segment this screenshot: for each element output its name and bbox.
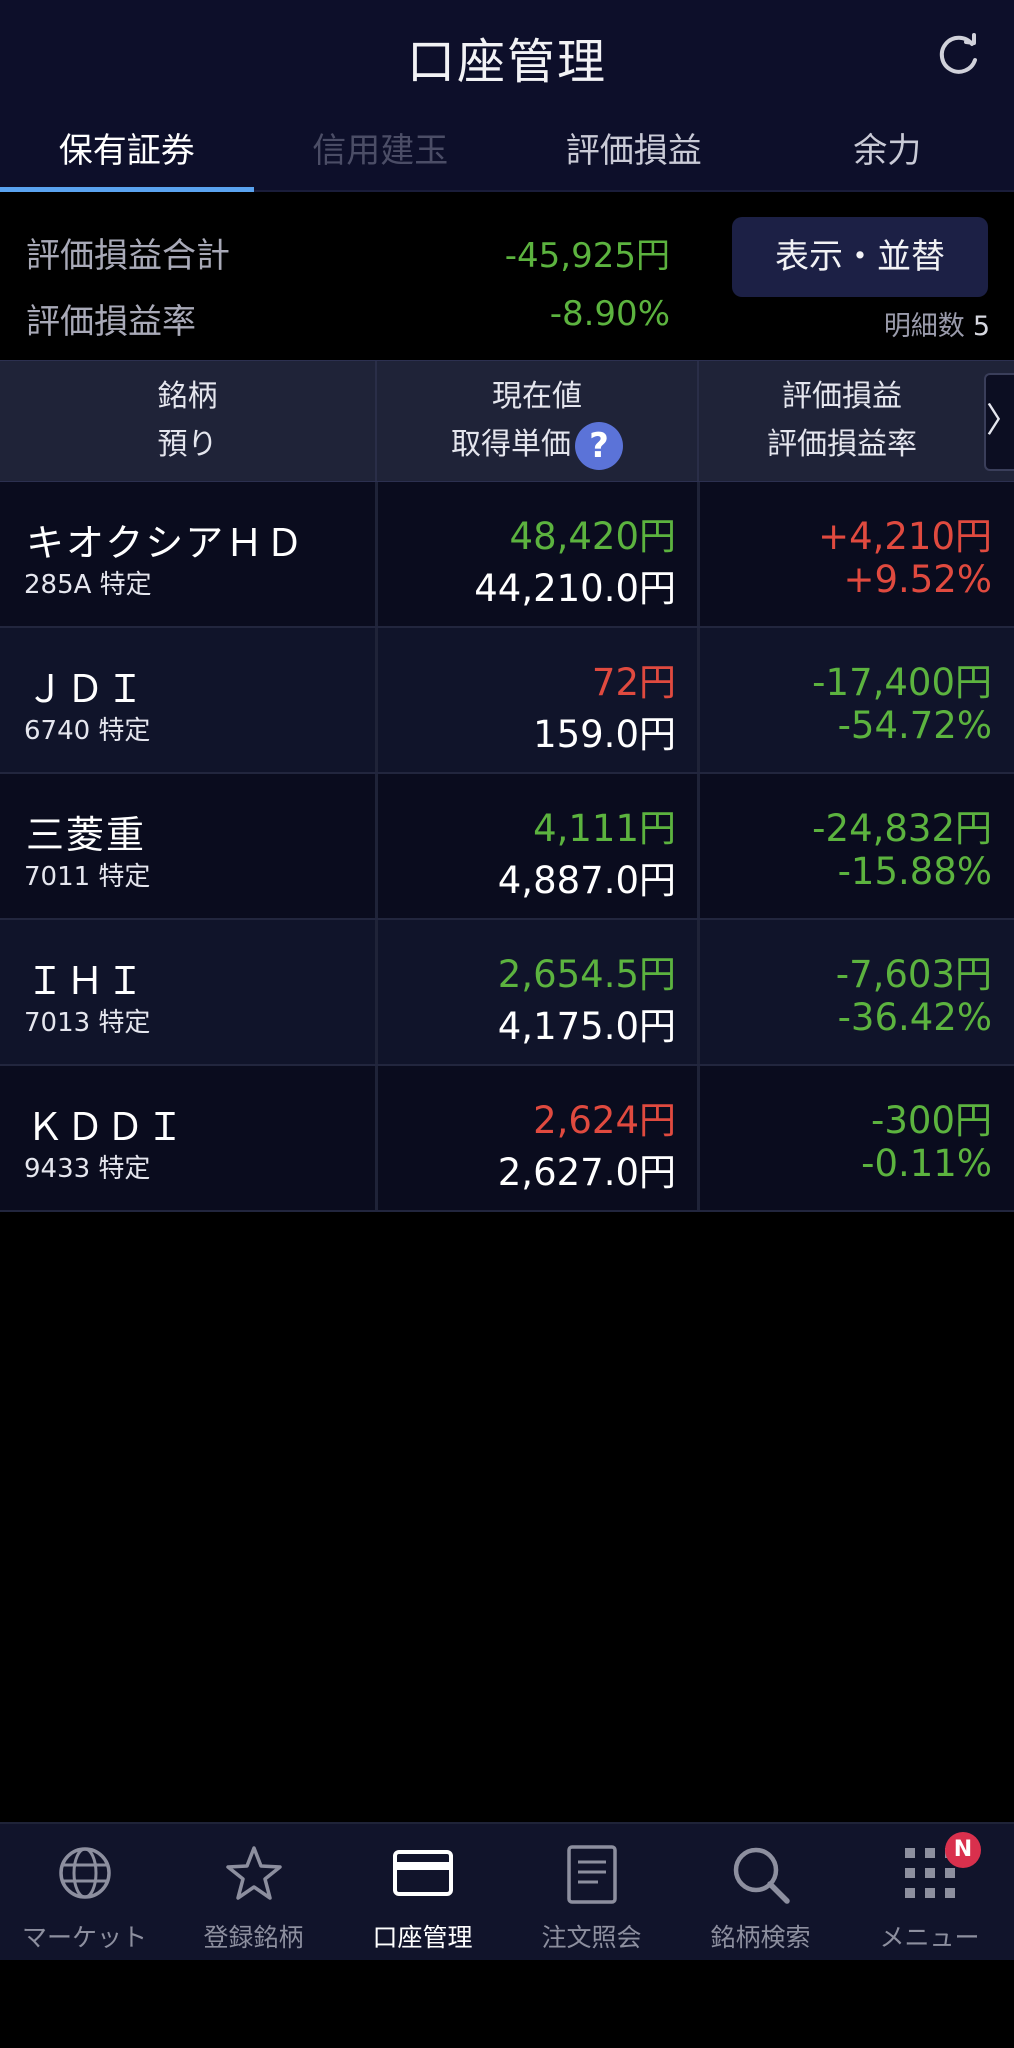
stock-name: キオクシアＨＤ — [26, 521, 306, 565]
globe-icon — [58, 1847, 111, 1899]
column-divider — [697, 920, 700, 1064]
stock-code: 7013 特定 — [24, 1008, 151, 1038]
tab-profit-loss[interactable]: 評価損益 — [507, 110, 761, 190]
column-header-pl-rate-label: 評価損益率 — [767, 427, 917, 462]
column-header-pl-label: 評価損益 — [782, 379, 902, 414]
current-price: 2,654.5円 — [497, 953, 676, 996]
app-header: 口座管理 — [0, 0, 1014, 110]
unrealized-pl-rate: -54.72% — [837, 704, 992, 747]
page-title: 口座管理 — [406, 34, 607, 90]
column-header-symbol[interactable]: 銘柄 預り — [0, 361, 375, 481]
stock-name: ＩＨＩ — [26, 959, 147, 1003]
stock-name: ＪＤＩ — [26, 667, 147, 711]
nav-market[interactable]: マーケット — [0, 1824, 169, 1960]
acquisition-price: 2,627.0円 — [497, 1151, 676, 1194]
table-row[interactable]: ＩＨＩ 7013 特定 2,654.5円 4,175.0円 -7,603円 -36.42% — [0, 920, 1014, 1066]
search-icon — [733, 1847, 790, 1904]
nav-account[interactable]: 口座管理 — [338, 1824, 507, 1960]
stock-code: 285A 特定 — [24, 570, 152, 600]
stock-code: 9433 特定 — [24, 1154, 151, 1184]
column-divider — [375, 1066, 378, 1210]
nav-menu[interactable]: N メニュー — [845, 1824, 1014, 1960]
column-divider — [375, 774, 378, 918]
unrealized-pl-rate: -36.42% — [837, 996, 992, 1039]
current-price: 72円 — [591, 661, 676, 704]
nav-orders-label: 注文照会 — [541, 1923, 642, 1952]
nav-search-label: 銘柄検索 — [710, 1923, 811, 1952]
table-row[interactable]: キオクシアＨＤ 285A 特定 48,420円 44,210.0円 +4,210円 +9.… — [0, 482, 1014, 628]
unrealized-pl: -17,400円 — [812, 661, 992, 704]
total-pl-value: -45,925円 — [504, 236, 670, 276]
column-divider — [697, 1066, 700, 1210]
pl-rate-label: 評価損益率 — [26, 302, 196, 342]
item-count-value: 5 — [972, 311, 990, 342]
column-divider — [375, 482, 378, 626]
current-price: 2,624円 — [533, 1099, 676, 1142]
nav-market-label: マーケット — [21, 1923, 147, 1952]
card-icon — [392, 1850, 453, 1896]
column-header-pl[interactable]: 評価損益 評価損益率 — [699, 361, 985, 481]
acquisition-price: 4,175.0円 — [497, 1005, 676, 1048]
column-header-price-label: 現在値 — [492, 379, 582, 414]
item-count: 明細数 5 — [884, 304, 990, 343]
nav-orders[interactable]: 注文照会 — [507, 1824, 676, 1960]
item-count-label: 明細数 — [883, 311, 965, 342]
tab-holdings[interactable]: 保有証券 — [0, 110, 254, 192]
total-pl-label: 評価損益合計 — [26, 236, 230, 276]
column-header-symbol-label: 銘柄 — [157, 379, 218, 414]
tab-margin-positions[interactable]: 信用建玉 — [254, 110, 508, 190]
column-divider — [697, 628, 700, 772]
tab-bar: 保有証券 信用建玉 評価損益 余力 — [0, 110, 1014, 192]
stock-name: 三菱重 — [26, 813, 147, 857]
column-divider — [375, 628, 378, 772]
document-icon — [566, 1845, 617, 1904]
chevron-right-icon[interactable]: 〉 — [984, 373, 1014, 471]
unrealized-pl-rate: -15.88% — [837, 850, 992, 893]
pl-rate-value: -8.90% — [549, 294, 670, 334]
table-row[interactable]: ＫＤＤＩ 9433 特定 2,624円 2,627.0円 -300円 -0.11% — [0, 1066, 1014, 1212]
acquisition-price: 4,887.0円 — [497, 859, 676, 902]
stock-code: 7011 特定 — [24, 862, 151, 892]
display-sort-button[interactable]: 表示・並替 — [732, 217, 988, 297]
refresh-icon[interactable] — [934, 30, 984, 80]
unrealized-pl-rate: -0.11% — [861, 1142, 992, 1185]
column-divider — [697, 774, 700, 918]
column-header-custody-label: 預り — [157, 427, 218, 462]
column-header-price[interactable]: 現在値 取得単価? — [377, 361, 697, 481]
unrealized-pl-rate: +9.52% — [843, 558, 992, 601]
column-divider — [697, 482, 700, 626]
nav-account-label: 口座管理 — [372, 1923, 473, 1952]
unrealized-pl: -24,832円 — [812, 807, 992, 850]
help-icon[interactable]: ? — [575, 421, 623, 470]
stock-name: ＫＤＤＩ — [26, 1105, 187, 1149]
nav-watchlist-label: 登録銘柄 — [203, 1923, 304, 1952]
nav-menu-label: メニュー — [879, 1923, 980, 1952]
stock-code: 6740 特定 — [24, 716, 151, 746]
table-header: 銘柄 預り 現在値 取得単価? 評価損益 評価損益率 〉 — [0, 360, 1014, 482]
nav-watchlist[interactable]: 登録銘柄 — [169, 1824, 338, 1960]
notification-badge: N — [945, 1832, 981, 1868]
bottom-navigation: マーケット 登録銘柄 口座管理 注文照会 銘柄検索 N メニュー — [0, 1822, 1014, 1960]
current-price: 4,111円 — [533, 807, 676, 850]
unrealized-pl: -300円 — [871, 1099, 992, 1142]
table-row[interactable]: 三菱重 7011 特定 4,111円 4,887.0円 -24,832円 -15.88% — [0, 774, 1014, 920]
unrealized-pl: -7,603円 — [835, 953, 992, 996]
column-divider — [375, 920, 378, 1064]
acquisition-price: 159.0円 — [533, 713, 676, 756]
nav-search[interactable]: 銘柄検索 — [676, 1824, 845, 1960]
current-price: 48,420円 — [509, 515, 676, 558]
unrealized-pl: +4,210円 — [818, 515, 992, 558]
column-header-cost-label: 取得単価? — [377, 421, 697, 470]
summary-panel: 評価損益合計 -45,925円 評価損益率 -8.90% 表示・並替 明細数 5 — [0, 192, 1014, 360]
star-icon — [225, 1846, 282, 1900]
tab-buying-power[interactable]: 余力 — [761, 110, 1014, 190]
acquisition-price: 44,210.0円 — [474, 567, 676, 610]
app-screen: 口座管理 保有証券 信用建玉 評価損益 余力 評価損益合計 -45,925円 評… — [0, 0, 1014, 2048]
table-row[interactable]: ＪＤＩ 6740 特定 72円 159.0円 -17,400円 -54.72% — [0, 628, 1014, 774]
